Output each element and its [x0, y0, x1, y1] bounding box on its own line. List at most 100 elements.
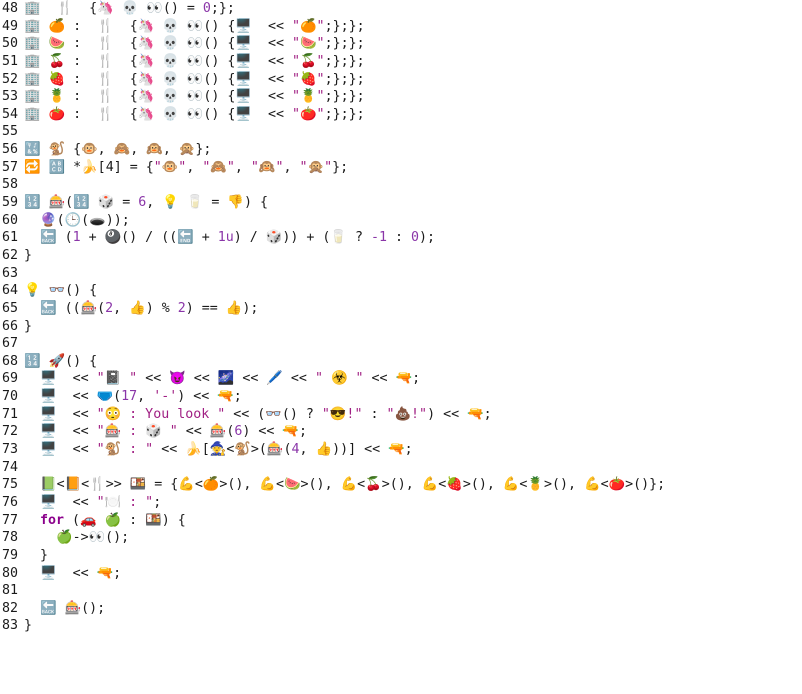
code-line[interactable]: 72 🖥️ << "🎰 : 🎲 " << 🎰(6) << 🔫;: [0, 423, 802, 441]
code-token: ;};};: [324, 106, 365, 122]
code-token: << 🔫;: [363, 371, 421, 387]
line-number: 54: [2, 106, 19, 122]
code-token: 🔢 🎰(🔢 🎲 =: [24, 195, 139, 211]
code-token: 💡 👓() {: [24, 283, 98, 299]
code-line[interactable]: 65 🔙 ((🎰(2, 👍) % 2) == 👍);: [0, 300, 802, 318]
code-line[interactable]: 58: [0, 176, 802, 194]
code-token: 🖥️ <<: [24, 442, 97, 458]
code-line[interactable]: 49 🏢 🍊 : 🍴 {🦄 💀 👀() {🖥️ << "🍊";};};: [0, 18, 802, 36]
line-number: 82: [2, 600, 19, 616]
line-number: 79: [2, 547, 19, 563]
code-line[interactable]: 52 🏢 🍓 : 🍴 {🦄 💀 👀() {🖥️ << "🍓";};};: [0, 71, 802, 89]
line-number: 73: [2, 442, 19, 458]
line-code: 🍏->👀();: [24, 529, 129, 547]
code-line[interactable]: 76 🖥️ << "🍽️ : ";: [0, 494, 802, 512]
code-line[interactable]: 69 🖥️ << "📓 " << 😈 << 🌌 << 🖊️ << " ☣️ " …: [0, 370, 802, 388]
code-token: " ☣️ ": [314, 371, 364, 387]
line-number: 81: [2, 583, 19, 599]
code-line[interactable]: 66}: [0, 318, 802, 336]
code-token: ) == 👍);: [185, 300, 259, 316]
code-line[interactable]: 77 for (🚗 🍏 : 🍱) {: [0, 512, 802, 530]
line-code: 🏢 🍊 : 🍴 {🦄 💀 👀() {🖥️ << "🍊";};};: [24, 18, 365, 36]
code-line[interactable]: 51 🏢 🍒 : 🍴 {🦄 💀 👀() {🖥️ << "🍒";};};: [0, 53, 802, 71]
code-token: 🏢 🍉 : 🍴 {🦄 💀 👀() {🖥️ <<: [24, 36, 292, 52]
code-token: ;};: [210, 1, 235, 16]
line-number: 49: [2, 18, 19, 34]
line-number: 68: [2, 353, 19, 369]
code-line[interactable]: 56 🔣 🐒 {🐵, 🙈, 🙉, 🙊};: [0, 141, 802, 159]
code-line[interactable]: 78 🍏->👀();: [0, 529, 802, 547]
code-token: 2: [105, 300, 114, 316]
code-line[interactable]: 50 🏢 🍉 : 🍴 {🦄 💀 👀() {🖥️ << "🍉";};};: [0, 35, 802, 53]
code-token: ,: [283, 159, 300, 175]
code-token: "🙈": [202, 159, 235, 175]
code-line[interactable]: 48 🏢 🍴 {🦄 💀 👀() = 0;};: [0, 0, 802, 18]
code-token: (🚗 🍏 : 🍱) {: [64, 512, 186, 528]
code-token: for: [40, 512, 65, 528]
code-token: << 🍌[🧙<🐒>(🎰(: [153, 442, 292, 458]
code-token: }: [24, 247, 33, 263]
code-line[interactable]: 59 🔢 🎰(🔢 🎲 = 6, 💡 🥛 = 👎) {: [0, 194, 802, 212]
code-line[interactable]: 64 💡 👓() {: [0, 282, 802, 300]
line-number: 51: [2, 53, 19, 69]
code-token: "🙉": [250, 159, 284, 175]
line-number: 58: [2, 177, 19, 193]
code-token: ;};};: [324, 36, 365, 52]
code-token: 2: [177, 300, 186, 316]
code-token: :: [362, 406, 387, 422]
code-line[interactable]: 73 🖥️ << "🐒 : " << 🍌[🧙<🐒>(🎰(4, 👍))] << 🔫…: [0, 441, 802, 459]
code-line[interactable]: 81: [0, 582, 802, 600]
code-line[interactable]: 71 🖥️ << "😳 : You look " << (👓() ? "😎!" …: [0, 406, 802, 424]
code-line[interactable]: 79 }: [0, 547, 802, 565]
code-line[interactable]: 61 🔙 (1 + 🎱() / ((🔚 + 1u) / 🎲)) + (🥛 ? -…: [0, 229, 802, 247]
line-code: 🖥️ << "📓 " << 😈 << 🌌 << 🖊️ << " ☣️ " << …: [24, 370, 420, 388]
code-line[interactable]: 54 🏢 🍅 : 🍴 {🦄 💀 👀() {🖥️ << "🍅";};};: [0, 106, 802, 124]
code-editor[interactable]: 48 🏢 🍴 {🦄 💀 👀() = 0;}; 49 🏢 🍊 : 🍴 {🦄 💀 👀() …: [0, 0, 802, 694]
code-token: "🐵": [153, 159, 187, 175]
code-token: 🏢 🍊 : 🍴 {🦄 💀 👀() {🖥️ <<: [24, 18, 292, 34]
code-token: 🖥️ << 🩲(: [24, 389, 122, 405]
line-code: 🔙 ((🎰(2, 👍) % 2) == 👍);: [24, 300, 258, 318]
code-token: }: [24, 318, 33, 334]
code-token: 🏢 🍒 : 🍴 {🦄 💀 👀() {🖥️ <<: [24, 53, 292, 69]
code-line[interactable]: 53 🏢 🍍 : 🍴 {🦄 💀 👀() {🖥️ << "🍍";};};: [0, 88, 802, 106]
code-line[interactable]: 74: [0, 459, 802, 477]
line-number: 52: [2, 71, 19, 87]
code-token: "🍒": [292, 53, 325, 69]
code-line[interactable]: 83}: [0, 617, 802, 635]
code-token: << 🎰(: [177, 424, 235, 440]
code-line[interactable]: 62}: [0, 247, 802, 265]
code-line[interactable]: 60 🔮(🕒(🕳️));: [0, 212, 802, 230]
code-line[interactable]: 55: [0, 123, 802, 141]
code-token: ) << 🔫;: [427, 406, 492, 422]
code-line[interactable]: 80 🖥️ << 🔫;: [0, 565, 802, 583]
code-line[interactable]: 82 🔙 🎰();: [0, 600, 802, 618]
code-token: 0: [202, 1, 211, 16]
line-code: for (🚗 🍏 : 🍱) {: [24, 512, 186, 530]
code-token: , 👍) %: [113, 300, 178, 316]
code-token: "📓 ": [96, 371, 138, 387]
line-code: 🏢 🍍 : 🍴 {🦄 💀 👀() {🖥️ << "🍍";};};: [24, 88, 365, 106]
code-line[interactable]: 68 🔢 🚀() {: [0, 353, 802, 371]
code-token: ,: [186, 159, 203, 175]
code-line[interactable]: 63: [0, 265, 802, 283]
code-line[interactable]: 57 🔁 🔠 *🍌[4] = {"🐵", "🙈", "🙉", "🙊"};: [0, 159, 802, 177]
line-number: 69: [2, 371, 19, 387]
code-token: "🍍": [292, 89, 325, 105]
code-token: 🏢 🍅 : 🍴 {🦄 💀 👀() {🖥️ <<: [24, 106, 292, 122]
code-line[interactable]: 70 🖥️ << 🩲(17, '-') << 🔫;: [0, 388, 802, 406]
code-token: ;};};: [324, 53, 365, 69]
code-line[interactable]: 75 📗<📙<🍴>> 🍱 = {💪<🍊>(), 💪<🍉>(), 💪<🍒>(), …: [0, 476, 802, 494]
line-code: 🔁 🔠 *🍌[4] = {"🐵", "🙈", "🙉", "🙊"};: [24, 159, 348, 177]
code-token: "🙊": [299, 159, 333, 175]
code-token: "🍉": [292, 36, 325, 52]
code-token: -1: [370, 230, 387, 246]
code-token: 🖥️ <<: [24, 371, 97, 387]
line-code: 🖥️ << 🩲(17, '-') << 🔫;: [24, 388, 242, 406]
code-line[interactable]: 67: [0, 335, 802, 353]
code-token: ;: [153, 494, 162, 510]
code-token: 🏢 🍍 : 🍴 {🦄 💀 👀() {🖥️ <<: [24, 89, 292, 105]
line-code: 🔮(🕒(🕳️));: [24, 212, 130, 230]
code-token: }: [24, 618, 33, 634]
code-token: ;};};: [324, 89, 365, 105]
